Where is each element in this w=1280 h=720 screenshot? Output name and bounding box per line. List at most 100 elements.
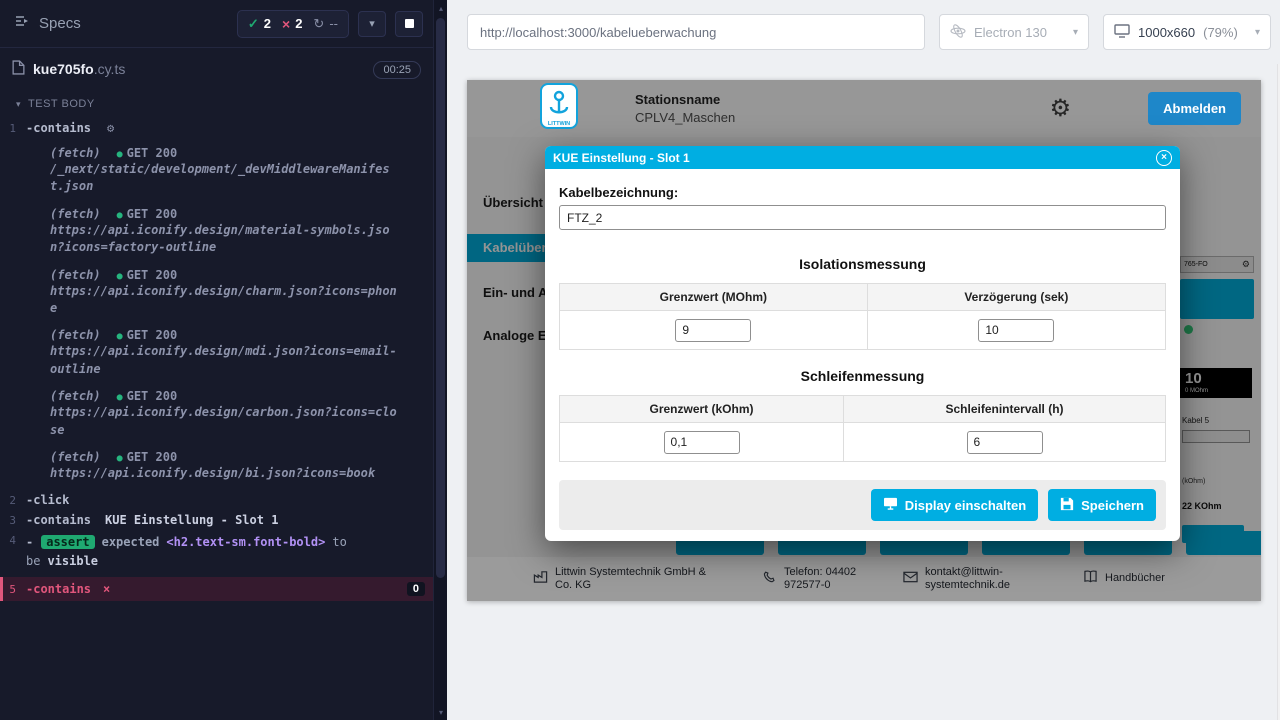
logo-text: LITTWIN <box>548 121 570 127</box>
command-name: -contains <box>26 582 91 596</box>
display-on-label: Display einschalten <box>905 498 1026 513</box>
log-row-fetch[interactable]: (fetch)●GET 200https://api.iconify.desig… <box>0 325 433 381</box>
footer-email[interactable]: kontakt@littwin-systemtechnik.de <box>903 557 1043 601</box>
scroll-up-icon[interactable]: ▴ <box>434 0 448 16</box>
schleifen-table: Grenzwert (kOhm) Schleifenintervall (h) <box>559 395 1166 462</box>
app-under-test: LITTWIN Stationsname CPLV4_Maschen ⚙ Abm… <box>467 80 1261 601</box>
manuals-text: Handbücher <box>1105 572 1165 585</box>
spec-extension: .cy.ts <box>94 61 126 77</box>
chevron-down-icon: ▾ <box>369 17 375 30</box>
fetch-status: GET 200 <box>127 146 178 160</box>
pending-count: -- <box>329 16 338 31</box>
column-header: Schleifenintervall (h) <box>844 396 1166 423</box>
command-argument: KUE Einstellung - Slot 1 <box>105 513 278 527</box>
runner-header: Specs ✓2 ×2 ↻-- ▾ <box>0 0 433 48</box>
cypress-runner-panel: Specs ✓2 × 2 ↻ -- ▾ kue705fo.cy.ts 00:25 <box>0 0 447 720</box>
floppy-icon <box>1060 497 1074 514</box>
log-row-fetch[interactable]: (fetch)●GET 200/_next/static/development… <box>0 143 433 199</box>
settings-gear-icon[interactable]: ⚙ <box>1050 97 1072 121</box>
schleifenintervall-input[interactable] <box>967 431 1043 454</box>
log-row-contains-2[interactable]: 3 -contains KUE Einstellung - Slot 1 <box>0 510 433 530</box>
test-stats: ✓2 ×2 ↻-- <box>237 10 349 38</box>
stat-passed: ✓2 <box>248 16 271 32</box>
line-number <box>0 268 26 269</box>
log-row-fetch[interactable]: (fetch)●GET 200https://api.iconify.desig… <box>0 204 433 260</box>
specs-list-icon[interactable] <box>14 13 30 34</box>
test-body-toggle[interactable]: ▾ TEST BODY <box>0 88 433 116</box>
spec-timer: 00:25 <box>373 61 421 79</box>
status-dot-icon: ● <box>117 453 123 464</box>
log-row-fetch[interactable]: (fetch)●GET 200https://api.iconify.desig… <box>0 447 433 485</box>
table-cell <box>560 423 844 462</box>
line-number <box>0 207 26 208</box>
book-icon <box>1083 570 1098 587</box>
phone-icon <box>763 570 777 588</box>
spec-file-row[interactable]: kue705fo.cy.ts 00:25 <box>0 52 433 88</box>
file-icon <box>12 60 25 80</box>
aut-toolbar: Electron 130 ▾ 1000x660 (79%) ▾ <box>447 0 1280 64</box>
status-dot-icon: ● <box>117 331 123 342</box>
log-row-contains-1[interactable]: 1 -contains ⚙ <box>0 118 433 138</box>
email-text: kontakt@littwin-systemtechnik.de <box>925 566 1043 592</box>
passed-count: 2 <box>264 16 271 31</box>
fetch-label: (fetch) <box>50 268 101 282</box>
grenzwert-kohm-input[interactable] <box>664 431 740 454</box>
fetch-status: GET 200 <box>127 328 178 342</box>
log-row-fetch[interactable]: (fetch)●GET 200https://api.iconify.desig… <box>0 386 433 442</box>
footer-company: Littwin Systemtechnik GmbH & Co. KG <box>533 557 713 601</box>
runner-scrollbar[interactable]: ▴ ▾ <box>433 0 447 720</box>
log-row-assert[interactable]: 4 -assertexpected<h2.text-sm.font-bold>t… <box>0 530 433 573</box>
factory-icon <box>533 569 548 588</box>
modal-header: KUE Einstellung - Slot 1 × <box>545 146 1180 169</box>
failed-count: 2 <box>295 16 302 31</box>
line-number: 3 <box>0 513 26 527</box>
assert-text: expected <box>102 535 160 549</box>
stop-button[interactable] <box>395 11 423 37</box>
specs-label[interactable]: Specs <box>39 15 81 32</box>
chevron-down-icon: ▾ <box>1073 27 1078 38</box>
line-number <box>0 450 26 451</box>
log-row-fetch[interactable]: (fetch)●GET 200https://api.iconify.desig… <box>0 265 433 321</box>
command-name: -click <box>26 493 69 507</box>
viewport-size: 1000x660 <box>1138 25 1195 40</box>
refresh-icon: ↻ <box>313 16 324 32</box>
footer-manuals-link[interactable]: Handbücher <box>1083 557 1165 601</box>
fetch-url: https://api.iconify.design/material-symb… <box>50 222 402 257</box>
status-dot-icon: ● <box>117 271 123 282</box>
url-input[interactable] <box>467 14 925 50</box>
runner-main: Specs ✓2 × 2 ↻ -- ▾ kue705fo.cy.ts 00:25 <box>0 0 433 720</box>
fetch-label: (fetch) <box>50 328 101 342</box>
scroll-down-icon[interactable]: ▾ <box>434 704 448 720</box>
fetch-label: (fetch) <box>50 450 101 464</box>
close-icon[interactable]: × <box>1156 150 1172 166</box>
line-number: 2 <box>0 493 26 507</box>
gear-icon: ⚙ <box>107 121 114 135</box>
stop-icon <box>405 19 414 28</box>
log-row-click[interactable]: 2 -click <box>0 490 433 510</box>
verzoegerung-sek-input[interactable] <box>978 319 1054 342</box>
assert-emphasis: visible <box>47 554 98 568</box>
fail-x-icon: × <box>103 582 110 596</box>
station-label: Stationsname <box>635 91 735 109</box>
aut-content-area: LITTWIN Stationsname CPLV4_Maschen ⚙ Abm… <box>447 64 1280 720</box>
display-on-button[interactable]: Display einschalten <box>871 489 1038 521</box>
save-button[interactable]: Speichern <box>1048 489 1156 521</box>
modal-title: KUE Einstellung - Slot 1 <box>553 151 690 165</box>
company-text: Littwin Systemtechnik GmbH & Co. KG <box>555 566 713 592</box>
footer-phone: Telefon: 04402 972577-0 <box>763 557 896 601</box>
fetch-status: GET 200 <box>127 268 178 282</box>
browser-name: Electron 130 <box>974 25 1047 40</box>
kabelbezeichnung-input[interactable] <box>559 205 1166 230</box>
phone-text: Telefon: 04402 972577-0 <box>784 566 896 592</box>
grenzwert-mohm-input[interactable] <box>675 319 751 342</box>
collapse-button[interactable]: ▾ <box>358 11 386 37</box>
column-header: Grenzwert (MOhm) <box>560 284 868 311</box>
logout-button[interactable]: Abmelden <box>1148 92 1241 125</box>
log-row-contains-failed[interactable]: 5 -contains × 0 <box>0 577 433 601</box>
viewport-select[interactable]: 1000x660 (79%) ▾ <box>1103 14 1271 50</box>
browser-select[interactable]: Electron 130 ▾ <box>939 14 1089 50</box>
assert-badge: assert <box>41 535 94 549</box>
scrollbar-thumb[interactable] <box>436 18 445 578</box>
email-icon <box>903 571 918 587</box>
command-name: -contains <box>26 513 91 527</box>
